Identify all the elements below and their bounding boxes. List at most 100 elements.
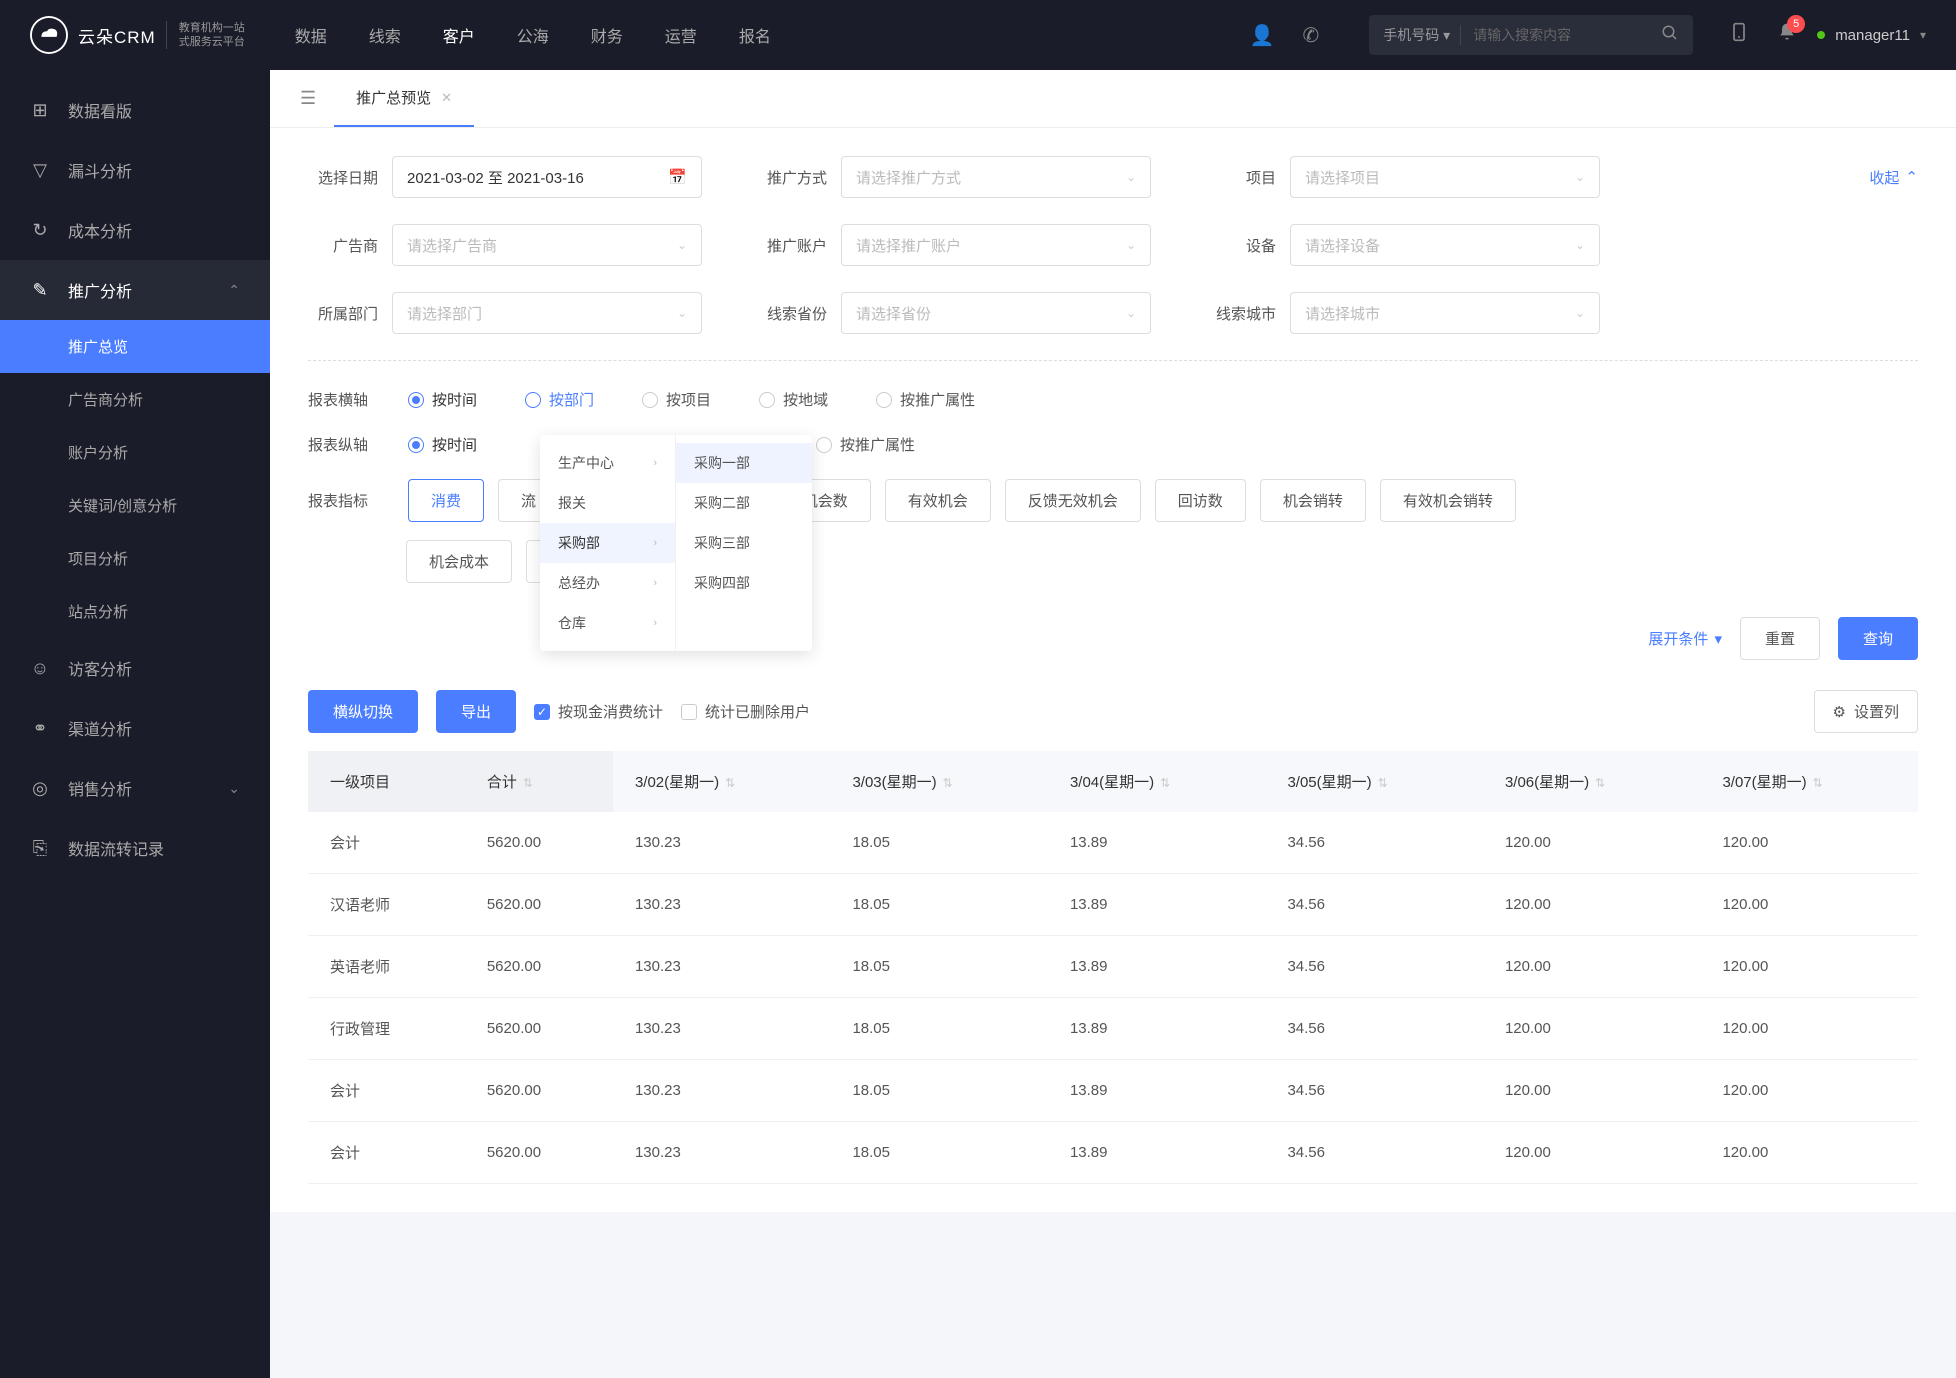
cascader-item[interactable]: 生产中心› xyxy=(540,443,675,483)
cascader-item[interactable]: 总经办› xyxy=(540,563,675,603)
radio-option[interactable]: 按时间 xyxy=(408,434,477,455)
chevron-down-icon: ⌄ xyxy=(677,306,687,320)
configure-columns-button[interactable]: ⚙ 设置列 xyxy=(1814,690,1918,733)
sidebar-sub-item[interactable]: 账户分析 xyxy=(0,426,270,479)
top-nav-item[interactable]: 公海 xyxy=(517,23,549,47)
cascader-item[interactable]: 采购一部 xyxy=(676,443,812,483)
metric-button[interactable]: 有效机会 xyxy=(885,479,991,522)
cascader-item[interactable]: 采购二部 xyxy=(676,483,812,523)
phone-nav-icon[interactable]: ✆ xyxy=(1303,23,1320,48)
cascader-item[interactable]: 采购三部 xyxy=(676,523,812,563)
metric-button[interactable]: 反馈无效机会 xyxy=(1005,479,1141,522)
sidebar-item[interactable]: ⊞数据看版 xyxy=(0,80,270,140)
sort-icon: ⇅ xyxy=(1813,776,1823,790)
table-header[interactable]: 3/02(星期一)⇅ xyxy=(613,751,831,812)
metric-button[interactable]: 机会成本 xyxy=(406,540,512,583)
table-header[interactable]: 一级项目 xyxy=(308,751,465,812)
collapse-sidebar-icon[interactable]: ☰ xyxy=(282,88,334,109)
sidebar-item[interactable]: ◎销售分析⌄ xyxy=(0,758,270,818)
table-cell: 120.00 xyxy=(1700,936,1918,998)
sidebar-sub-item[interactable]: 站点分析 xyxy=(0,585,270,638)
radio-option[interactable]: 按推广属性 xyxy=(816,434,915,455)
export-button[interactable]: 导出 xyxy=(436,690,516,733)
filter-select[interactable]: 请选择推广方式⌄ xyxy=(841,156,1151,198)
department-cascader: 生产中心›报关采购部›总经办›仓库› 采购一部采购二部采购三部采购四部 xyxy=(540,435,812,651)
sidebar-sub-item[interactable]: 广告商分析 xyxy=(0,373,270,426)
close-icon[interactable]: ✕ xyxy=(441,90,452,106)
radio-icon xyxy=(525,392,541,408)
cascader-item[interactable]: 仓库› xyxy=(540,603,675,643)
sidebar-icon: ✎ xyxy=(30,280,50,301)
bell-icon[interactable]: 5 xyxy=(1777,21,1797,49)
filter-select[interactable]: 请选择推广账户⌄ xyxy=(841,224,1151,266)
cascader-item[interactable]: 报关 xyxy=(540,483,675,523)
metric-button[interactable]: 机会销转 xyxy=(1260,479,1366,522)
sidebar-sub-item[interactable]: 关键词/创意分析 xyxy=(0,479,270,532)
sidebar-sub-item[interactable]: 项目分析 xyxy=(0,532,270,585)
sidebar-item[interactable]: ⚭渠道分析 xyxy=(0,698,270,758)
tab-promotion-overview[interactable]: 推广总预览 ✕ xyxy=(334,70,474,127)
chevron-icon: ⌃ xyxy=(228,282,240,299)
radio-option[interactable]: 按推广属性 xyxy=(876,389,975,410)
filter-select[interactable]: 请选择广告商⌄ xyxy=(392,224,702,266)
table-cell: 13.89 xyxy=(1048,936,1266,998)
table-header[interactable]: 合计⇅ xyxy=(465,751,613,812)
top-nav-item[interactable]: 报名 xyxy=(739,23,771,47)
switch-axis-button[interactable]: 横纵切换 xyxy=(308,690,418,733)
checkbox-cash-stats[interactable]: 按现金消费统计 xyxy=(534,701,663,722)
query-button[interactable]: 查询 xyxy=(1838,617,1918,660)
metric-button[interactable]: 有效机会销转 xyxy=(1380,479,1516,522)
user-icon[interactable]: 👤 xyxy=(1250,23,1275,48)
checkbox-deleted-users[interactable]: 统计已删除用户 xyxy=(681,701,810,722)
collapse-filters-link[interactable]: 收起⌃ xyxy=(1869,167,1918,188)
radio-option[interactable]: 按地域 xyxy=(759,389,828,410)
table-header[interactable]: 3/07(星期一)⇅ xyxy=(1700,751,1918,812)
search-input[interactable] xyxy=(1461,27,1661,43)
radio-option[interactable]: 按部门 xyxy=(525,389,594,410)
table-header[interactable]: 3/04(星期一)⇅ xyxy=(1048,751,1266,812)
reset-button[interactable]: 重置 xyxy=(1740,617,1820,660)
radio-icon xyxy=(759,392,775,408)
table-cell: 5620.00 xyxy=(465,998,613,1060)
top-nav-item[interactable]: 财务 xyxy=(591,23,623,47)
filter-select[interactable]: 请选择省份⌄ xyxy=(841,292,1151,334)
sidebar-item[interactable]: ✎推广分析⌃ xyxy=(0,260,270,320)
sidebar-item[interactable]: ▽漏斗分析 xyxy=(0,140,270,200)
filter-select[interactable]: 请选择项目⌄ xyxy=(1290,156,1600,198)
table-header[interactable]: 3/03(星期一)⇅ xyxy=(830,751,1048,812)
table-cell: 130.23 xyxy=(613,1060,831,1122)
top-nav-item[interactable]: 数据 xyxy=(295,23,327,47)
sidebar-sub-item[interactable]: 推广总览 xyxy=(0,320,270,373)
expand-conditions-link[interactable]: 展开条件▾ xyxy=(1648,628,1722,649)
search-icon[interactable] xyxy=(1661,24,1679,47)
radio-option[interactable]: 按时间 xyxy=(408,389,477,410)
filter-label: 线索省份 xyxy=(757,303,827,324)
table-header[interactable]: 3/05(星期一)⇅ xyxy=(1265,751,1483,812)
table-cell: 130.23 xyxy=(613,936,831,998)
top-nav-item[interactable]: 客户 xyxy=(443,23,475,47)
filter-select[interactable]: 请选择设备⌄ xyxy=(1290,224,1600,266)
mobile-icon[interactable] xyxy=(1729,20,1749,50)
metric-button[interactable]: 回访数 xyxy=(1155,479,1246,522)
filter-select[interactable]: 请选择部门⌄ xyxy=(392,292,702,334)
table-toolbar: 横纵切换 导出 按现金消费统计 统计已删除用户 ⚙ 设置列 xyxy=(308,690,1918,733)
table-cell: 34.56 xyxy=(1265,874,1483,936)
top-icons: 👤 ✆ xyxy=(1250,23,1320,48)
user-menu[interactable]: manager11 ▾ xyxy=(1817,27,1926,44)
filter-select[interactable]: 请选择城市⌄ xyxy=(1290,292,1600,334)
table-cell: 18.05 xyxy=(830,1060,1048,1122)
cascader-item[interactable]: 采购部› xyxy=(540,523,675,563)
top-nav-item[interactable]: 线索 xyxy=(369,23,401,47)
table-header[interactable]: 3/06(星期一)⇅ xyxy=(1483,751,1701,812)
radio-option[interactable]: 按项目 xyxy=(642,389,711,410)
table-cell: 34.56 xyxy=(1265,812,1483,874)
search-type-select[interactable]: 手机号码 ▾ xyxy=(1383,25,1461,45)
cascader-item[interactable]: 采购四部 xyxy=(676,563,812,603)
metric-button[interactable]: 消费 xyxy=(408,479,484,522)
filter-select[interactable]: 2021-03-02 至 2021-03-16📅 xyxy=(392,156,702,198)
sidebar-item[interactable]: ⎘数据流转记录 xyxy=(0,818,270,878)
top-nav-item[interactable]: 运营 xyxy=(665,23,697,47)
sidebar-item[interactable]: ☺访客分析 xyxy=(0,638,270,698)
sidebar-item[interactable]: ↻成本分析 xyxy=(0,200,270,260)
main-content: ☰ 推广总预览 ✕ 选择日期2021-03-02 至 2021-03-16📅推广… xyxy=(270,70,1956,1378)
